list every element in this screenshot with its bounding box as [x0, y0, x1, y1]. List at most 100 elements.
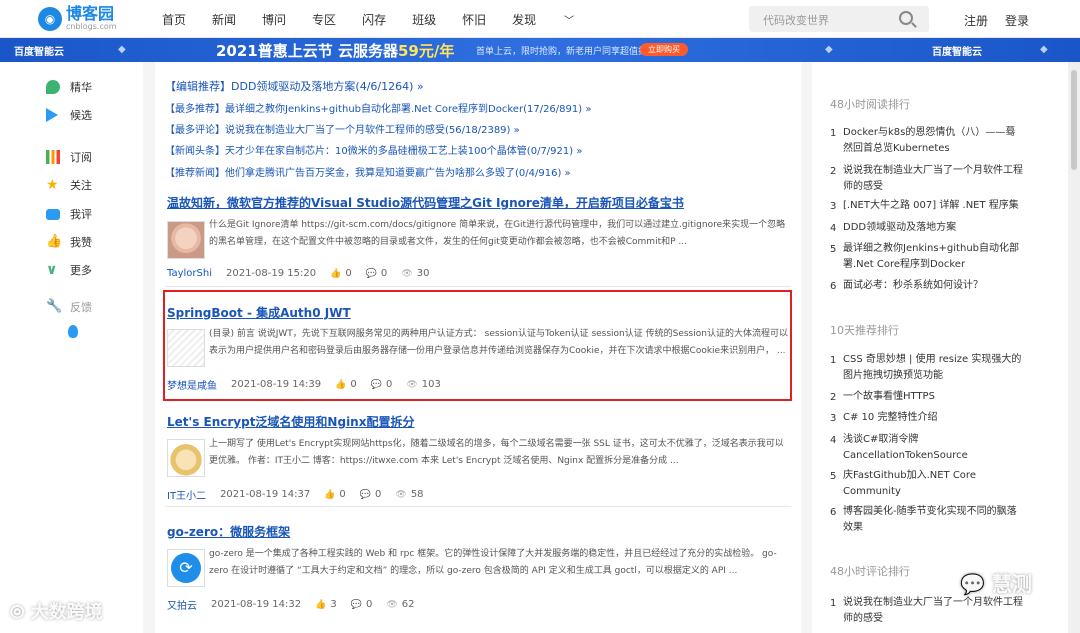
sidebar-item-featured[interactable]: 精华: [46, 79, 92, 95]
sidebar-item-label: 订阅: [70, 151, 92, 164]
rank-link[interactable]: C# 10 完整特性介绍: [843, 410, 1023, 426]
author-avatar[interactable]: [167, 221, 205, 259]
login-link[interactable]: 登录: [1005, 12, 1029, 29]
rank-link[interactable]: [.NET大牛之路 007] 详解 .NET 程序集: [843, 198, 1023, 214]
nav-zone[interactable]: 专区: [312, 11, 336, 28]
nav-discover[interactable]: 发现 ﹀: [512, 11, 600, 28]
nav-home[interactable]: 首页: [162, 11, 186, 28]
top-header: ◉ 博客园 cnblogs.com 首页 新闻 博问 专区 闪存 班级 怀旧 发…: [0, 0, 1080, 38]
banner-price: 59元/年: [397, 42, 455, 60]
lightbulb-icon: [68, 325, 78, 338]
left-sidebar: 精华 候选 订阅 ★ 关注 我评 👍 我赞 ∨ 更多 🔧 反馈: [0, 62, 143, 633]
nav-qa[interactable]: 博问: [262, 11, 286, 28]
post-views: 103: [421, 379, 441, 390]
comment-icon[interactable]: 💬: [366, 269, 377, 279]
post-meta: IT王小二 2021-08-19 14:37 👍 0 💬 0 👁 58: [167, 487, 424, 502]
recommend-editor[interactable]: 【编辑推荐】DDD领域驱动及落地方案(4/6/1264) »: [165, 78, 424, 94]
post-likes: 3: [330, 599, 337, 610]
chevron-down-icon: ∨: [46, 262, 58, 278]
recommend-news[interactable]: 【推荐新闻】他们拿走腾讯广告百万奖金，我算是知道要赢广告为啥那么多毁了(0/4/…: [165, 164, 571, 179]
comment-icon[interactable]: 💬: [360, 490, 371, 500]
sidebar-item-candidates[interactable]: 候选: [46, 107, 92, 123]
rank-link[interactable]: CSS 奇思妙想 | 使用 resize 实现强大的图片拖拽切换预览功能: [843, 352, 1023, 384]
post-title[interactable]: go-zero：微服务框架: [167, 523, 290, 540]
search-icon[interactable]: [899, 11, 913, 25]
rank-link[interactable]: 说说我在制造业大厂当了一个月软件工程师的感受: [843, 595, 1023, 627]
post-author[interactable]: IT王小二: [167, 487, 206, 502]
rank-number: 2: [830, 392, 837, 403]
wrench-icon: 🔧: [46, 299, 63, 314]
rank-number: 6: [830, 507, 837, 518]
post-title[interactable]: SpringBoot - 集成Auth0 JWT: [167, 304, 351, 321]
thumbs-up-icon[interactable]: 👍: [335, 380, 346, 390]
register-link[interactable]: 注册: [964, 12, 988, 29]
sidebar-item-label: 精华: [70, 81, 92, 94]
watermark-logo-icon: ⦾: [10, 602, 31, 623]
rank-link[interactable]: DDD领域驱动及落地方案: [843, 220, 1023, 236]
post-comments: 0: [380, 268, 388, 279]
rank-link[interactable]: 最详细之教你Jenkins+github自动化部署.Net Core程序到Doc…: [843, 241, 1023, 273]
banner-gem-icon: ◆: [118, 44, 126, 55]
sidebar-item-subscribe[interactable]: 订阅: [46, 149, 92, 165]
sidebar-item-more[interactable]: ∨ 更多: [46, 262, 92, 278]
recommend-most[interactable]: 【最多推荐】最详细之教你Jenkins+github自动化部署.Net Core…: [165, 100, 591, 115]
scrollbar-thumb[interactable]: [1071, 70, 1077, 170]
sidebar-item-label: 更多: [70, 264, 92, 277]
post-title[interactable]: 温故知新，微软官方推荐的Visual Studio源代码管理之Git Ignor…: [167, 194, 684, 211]
star-icon: ★: [46, 177, 59, 193]
thumbs-up-icon[interactable]: 👍: [330, 269, 341, 279]
author-avatar[interactable]: [167, 329, 205, 367]
sidebar-item-label: 关注: [70, 179, 92, 192]
nav-nostalgia[interactable]: 怀旧: [462, 11, 486, 28]
watermark-left: ⦾ 大数跨境: [10, 598, 103, 624]
section-title: 48小时评论排行: [830, 565, 910, 578]
post-date: 2021-08-19 14:32: [211, 599, 302, 610]
thumbs-up-icon[interactable]: 👍: [315, 600, 326, 610]
thumbs-up-icon[interactable]: 👍: [324, 490, 335, 500]
sidebar-item-follow[interactable]: ★ 关注: [46, 177, 92, 193]
banner-gem-icon: ◆: [1040, 44, 1048, 55]
recommend-comments[interactable]: 【最多评论】说说我在制造业大厂当了一个月软件工程师的感受(56/18/2389)…: [165, 121, 520, 136]
search-box[interactable]: 代码改变世界: [749, 6, 929, 32]
books-icon: [46, 150, 60, 164]
rank-link[interactable]: 说说我在制造业大厂当了一个月软件工程师的感受: [843, 163, 1023, 195]
author-avatar[interactable]: [167, 439, 205, 477]
post-title[interactable]: Let's Encrypt泛域名使用和Nginx配置拆分: [167, 413, 414, 430]
banner-buy-button[interactable]: 立即购买: [640, 43, 688, 56]
sidebar-item-my-comments[interactable]: 我评: [46, 206, 92, 222]
main-content: 【编辑推荐】DDD领域驱动及落地方案(4/6/1264) » 【最多推荐】最详细…: [155, 62, 801, 633]
sidebar-item-feedback[interactable]: 🔧 反馈: [46, 299, 92, 315]
banner-headline-text: 2021普惠上云节 云服务器: [216, 42, 398, 60]
post-date: 2021-08-19 14:39: [231, 379, 322, 390]
comment-icon[interactable]: 💬: [371, 380, 382, 390]
search-input[interactable]: 代码改变世界: [763, 12, 829, 28]
nav-news[interactable]: 新闻: [212, 11, 236, 28]
rank-link[interactable]: 面试必考：秒杀系统如何设计？: [843, 278, 1023, 294]
rank-link[interactable]: 博客园美化-随季节变化实现不同的飘落效果: [843, 504, 1023, 536]
scrollbar[interactable]: [1068, 62, 1080, 633]
rank-link[interactable]: 浅谈C#取消令牌CancellationTokenSource: [843, 432, 1023, 464]
ad-banner[interactable]: 百度智能云 ◆ 2021普惠上云节 云服务器59元/年 首单上云，限时抢购，新老…: [0, 38, 1080, 62]
sidebar-item-my-likes[interactable]: 👍 我赞: [46, 234, 92, 250]
eye-icon: 👁: [401, 268, 413, 279]
rank-link[interactable]: 庆FastGithub加入.NET Core Community: [843, 468, 1023, 500]
nav-flash[interactable]: 闪存: [362, 11, 386, 28]
lightbulb-button[interactable]: [68, 325, 88, 338]
banner-gem-icon: ◆: [825, 44, 833, 55]
post-author[interactable]: 梦想是咸鱼: [167, 377, 217, 392]
eye-icon: 👁: [406, 379, 418, 390]
post-summary: go-zero 是一个集成了各种工程实践的 Web 和 rpc 框架。它的弹性设…: [209, 549, 777, 576]
comment-icon[interactable]: 💬: [351, 600, 362, 610]
site-logo[interactable]: ◉ 博客园 cnblogs.com: [38, 6, 117, 32]
recommend-headline[interactable]: 【新闻头条】天才少年在家自制芯片：10微米的多晶硅栅极工艺上装100个晶体管(0…: [165, 142, 582, 157]
rank-link[interactable]: 一个故事看懂HTTPS: [843, 389, 1023, 405]
rank-link[interactable]: Docker与k8s的恩怨情仇（八）——蓦然回首总览Kubernetes: [843, 125, 1023, 157]
banner-small-text: 首单上云，限时抢购，新老用户同享超值折扣: [476, 47, 657, 57]
rank-number: 4: [830, 223, 837, 234]
logo-title: 博客园: [66, 4, 115, 23]
sidebar-item-label: 候选: [70, 109, 92, 122]
post-author[interactable]: TaylorShi: [167, 268, 212, 279]
post-author[interactable]: 又拍云: [167, 597, 197, 612]
nav-class[interactable]: 班级: [412, 11, 436, 28]
author-avatar[interactable]: ⟳: [167, 549, 205, 587]
